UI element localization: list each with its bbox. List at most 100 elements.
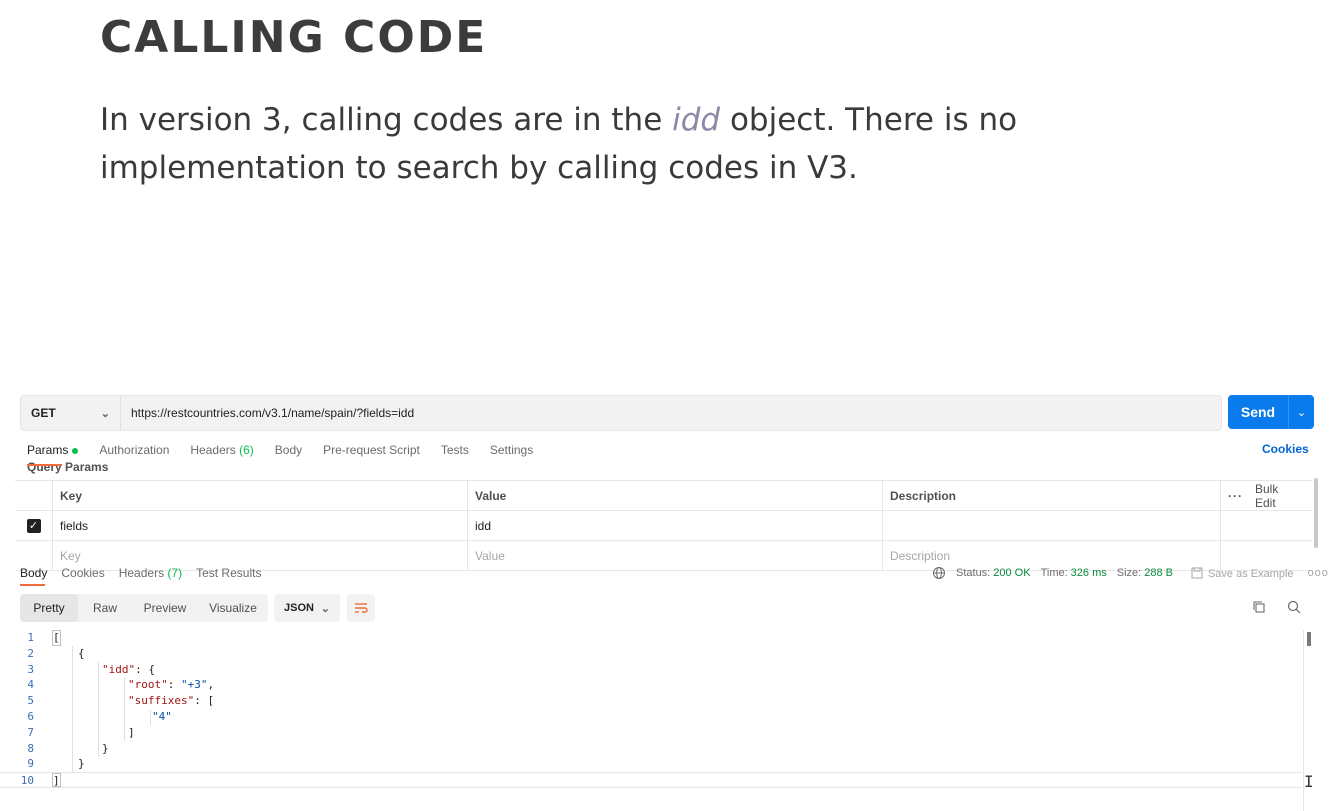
params-table: Key Value Description ··· Bulk Edit ✓ fie… (15, 480, 1313, 571)
size-value[interactable]: 288 B (1144, 567, 1173, 579)
tab-settings[interactable]: Settings (490, 442, 533, 458)
send-options-button[interactable]: ⌄ (1288, 395, 1314, 429)
time-value[interactable]: 326 ms (1071, 567, 1107, 579)
view-mode-pretty[interactable]: Pretty (20, 594, 78, 622)
method-select[interactable]: GET ⌄ (21, 396, 121, 430)
tab-authorization[interactable]: Authorization (99, 442, 169, 458)
size-label: Size: (1116, 567, 1142, 579)
format-label: JSON (284, 602, 314, 614)
indent-guide (98, 662, 99, 757)
param-value-input[interactable]: idd (468, 511, 883, 540)
json-string: "4" (152, 709, 172, 723)
code-line: 4 "root": "+3", (0, 677, 1302, 693)
wrap-lines-icon (355, 603, 368, 613)
status-value[interactable]: 200 OK (993, 567, 1030, 579)
tab-response-headers-label: Headers (118, 566, 165, 580)
method-label: GET (31, 406, 56, 420)
json-key: "idd" (102, 662, 136, 676)
checkbox-column-header (15, 481, 53, 510)
article-emphasis: idd (672, 102, 721, 138)
article-heading: CALLING CODE (100, 12, 488, 63)
url-input[interactable]: https://restcountries.com/v3.1/name/spai… (121, 406, 414, 420)
code-line: 2{ (0, 646, 1302, 662)
new-value-input[interactable]: Value (468, 541, 883, 570)
request-tabs: Params Authorization Headers (6) Body Pr… (27, 442, 554, 458)
indent-guide (72, 646, 73, 772)
json-string: "+3" (181, 678, 208, 692)
json-punct: , (207, 678, 215, 692)
chevron-down-icon: ⌄ (320, 602, 330, 615)
code-line-current: 10] (0, 772, 1302, 788)
tab-response-headers[interactable]: Headers (7) (119, 565, 182, 581)
more-options-icon[interactable]: ooo (1308, 567, 1329, 579)
tab-headers[interactable]: Headers (6) (190, 442, 253, 458)
code-line: 7] (0, 725, 1302, 741)
code-text: "root": "+3", (52, 677, 214, 693)
value-column-header: Value (468, 481, 883, 510)
line-number: 3 (27, 662, 34, 676)
tab-response-body[interactable]: Body (20, 565, 47, 581)
param-key-input[interactable]: fields (53, 511, 468, 540)
editor-scrollbar[interactable] (1307, 632, 1311, 646)
tab-body[interactable]: Body (275, 442, 302, 458)
code-text: "suffixes": [ (52, 693, 214, 709)
code-line: 8} (0, 741, 1302, 757)
search-icon[interactable] (1287, 600, 1301, 614)
code-text: "idd": { (52, 662, 155, 678)
format-select[interactable]: JSON ⌄ (274, 594, 340, 622)
row-checkbox[interactable]: ✓ (26, 518, 41, 533)
code-line: 1[ (0, 630, 1302, 646)
code-text: [ (52, 630, 61, 646)
code-line: 3 "idd": { (0, 662, 1302, 678)
status-label: Status: (956, 567, 991, 579)
tab-headers-label: Headers (190, 443, 236, 457)
tab-pre-request-script[interactable]: Pre-request Script (323, 442, 420, 458)
response-active-tab-indicator (20, 584, 45, 586)
save-as-example-label: Save as Example (1207, 567, 1294, 580)
globe-icon[interactable] (932, 566, 946, 580)
copy-icon[interactable] (1252, 600, 1266, 614)
view-mode-raw[interactable]: Raw (78, 594, 132, 622)
code-text: ] (52, 773, 61, 788)
line-number: 5 (27, 694, 34, 708)
view-mode-preview[interactable]: Preview (132, 594, 198, 622)
response-code-editor[interactable]: 1[ 2{ 3 "idd": { 4 "root": "+3", 5 "suffixe… (0, 630, 1302, 788)
response-headers-count: (7) (167, 566, 183, 580)
param-description-input[interactable] (883, 511, 1221, 540)
tab-params[interactable]: Params (27, 442, 79, 458)
time-label: Time: (1040, 567, 1068, 579)
table-row: ✓ fields idd (15, 511, 1313, 541)
line-number: 4 (27, 678, 34, 692)
params-scrollbar[interactable] (1314, 478, 1318, 548)
code-text: { (78, 646, 85, 660)
wrap-lines-button[interactable] (347, 594, 375, 622)
json-punct: : [ (194, 694, 215, 708)
headers-count: (6) (239, 443, 254, 457)
line-number: 8 (27, 741, 34, 755)
active-tab-indicator (27, 464, 62, 466)
view-mode-visualize[interactable]: Visualize (198, 594, 268, 622)
line-number: 2 (27, 646, 34, 660)
line-number: 7 (27, 725, 34, 739)
json-punct: : { (135, 662, 155, 676)
chevron-down-icon: ⌄ (1296, 406, 1307, 419)
line-number: 6 (27, 709, 34, 723)
more-options-icon[interactable]: ··· (1228, 489, 1243, 503)
tab-tests[interactable]: Tests (441, 442, 469, 458)
response-status-bar: Status: 200 OK Time: 326 ms Size: 288 B Sav… (932, 565, 1329, 581)
tab-response-cookies[interactable]: Cookies (61, 565, 104, 581)
code-text: } (102, 741, 109, 755)
send-button[interactable]: Send (1228, 395, 1288, 429)
bulk-edit-button[interactable]: Bulk Edit (1255, 482, 1301, 510)
json-key: "root" (128, 678, 168, 692)
tab-params-label: Params (27, 443, 69, 457)
tab-test-results[interactable]: Test Results (196, 565, 261, 581)
save-as-example-button[interactable]: Save as Example (1191, 567, 1294, 580)
json-key: "suffixes" (128, 694, 195, 708)
article-paragraph: In version 3, calling codes are in the i… (100, 96, 1060, 192)
line-number: 9 (27, 757, 34, 771)
key-column-header: Key (53, 481, 468, 510)
cookies-link[interactable]: Cookies (1262, 442, 1309, 456)
row-checkbox-cell: ✓ (15, 511, 53, 540)
line-number: 1 (27, 631, 34, 644)
